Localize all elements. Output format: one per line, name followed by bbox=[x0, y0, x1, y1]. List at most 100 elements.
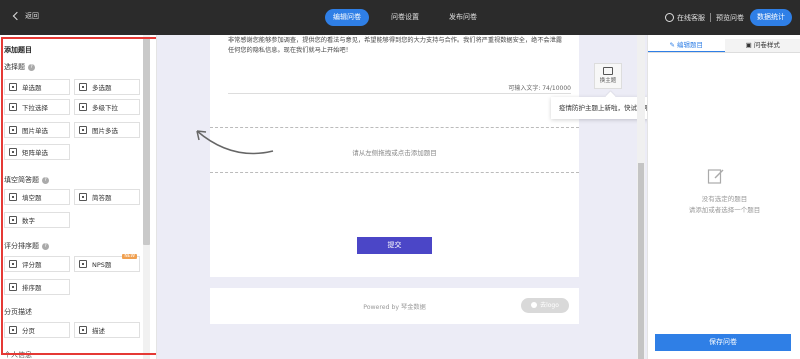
save-survey-button[interactable]: 保存问卷 bbox=[655, 334, 791, 351]
left-scrollbar[interactable] bbox=[143, 37, 150, 245]
remove-logo-label: 去logo bbox=[540, 302, 559, 309]
group-title-personal: 个人信息 bbox=[4, 351, 32, 359]
add-short-answer[interactable]: 简答题 bbox=[74, 189, 140, 205]
add-ranking[interactable]: 排序题 bbox=[4, 279, 70, 295]
char-counter: 可输入文字: 74/10000 bbox=[508, 85, 571, 92]
item-label: 下拉选择 bbox=[22, 104, 48, 112]
property-panel: ✎ 编辑题目 ▣ 问卷样式 没有选定的题目 请添加或者选择一个题目 保存问卷 bbox=[647, 35, 800, 359]
theme-label: 换主题 bbox=[599, 78, 617, 84]
add-nps[interactable]: NPS题 NEW bbox=[74, 254, 140, 272]
stats-button[interactable]: 数据统计 bbox=[750, 9, 792, 26]
add-image-single[interactable]: 图片单选 bbox=[4, 122, 70, 138]
item-label: 分页 bbox=[22, 327, 35, 335]
top-bar: 返回 编辑问卷 问卷设置 发布问卷 在线客服 预览问卷 数据统计 bbox=[0, 0, 800, 35]
survey-canvas: 非常感谢您能够参加调查，提供您的看法与意见，希望能够得到您的大力支持与合作。我们… bbox=[157, 35, 675, 359]
checkbox-icon bbox=[79, 83, 87, 91]
group-title-rating: 评分排序题? bbox=[4, 241, 49, 251]
tab-label: 问卷样式 bbox=[753, 41, 780, 49]
top-right-actions: 在线客服 预览问卷 数据统计 bbox=[665, 9, 792, 26]
number-icon bbox=[9, 216, 17, 224]
edit-empty-icon bbox=[707, 169, 724, 184]
tab-survey-style[interactable]: ▣ 问卷样式 bbox=[724, 39, 800, 52]
description-icon bbox=[79, 326, 87, 334]
group-label: 填空简答题 bbox=[4, 176, 39, 184]
item-label: 单选题 bbox=[22, 84, 42, 92]
top-tabs: 编辑问卷 问卷设置 发布问卷 bbox=[325, 9, 499, 26]
item-label: 多级下拉 bbox=[92, 104, 118, 112]
add-description[interactable]: 描述 bbox=[74, 322, 140, 338]
item-label: 简答题 bbox=[92, 194, 112, 202]
add-dropdown[interactable]: 下拉选择 bbox=[4, 99, 70, 115]
item-label: 描述 bbox=[92, 327, 105, 335]
add-page-break[interactable]: 分页 bbox=[4, 322, 70, 338]
dropdown-icon bbox=[9, 103, 17, 111]
tab-survey-settings[interactable]: 问卷设置 bbox=[383, 9, 427, 26]
question-palette: 添加题目 选择题? 单选题 多选题 下拉选择 多级下拉 图片单选 图片多选 矩阵… bbox=[0, 35, 157, 359]
item-label: 图片单选 bbox=[22, 127, 48, 135]
add-cascade-dropdown[interactable]: 多级下拉 bbox=[74, 99, 140, 115]
divider bbox=[710, 13, 711, 22]
tab-edit-question[interactable]: ✎ 编辑题目 bbox=[648, 39, 725, 52]
add-fill-blank[interactable]: 填空题 bbox=[4, 189, 70, 205]
item-label: 多选题 bbox=[92, 84, 112, 92]
group-title-choice: 选择题? bbox=[4, 62, 35, 72]
online-service-link[interactable]: 在线客服 bbox=[677, 13, 705, 23]
panel-title: 添加题目 bbox=[4, 46, 32, 54]
change-theme-button[interactable]: 换主题 bbox=[594, 63, 622, 89]
item-label: NPS题 bbox=[92, 261, 112, 269]
empty-state-title: 没有选定的题目 bbox=[701, 195, 748, 203]
group-title-fill: 填空简答题? bbox=[4, 175, 49, 185]
back-label: 返回 bbox=[25, 12, 39, 20]
text-icon bbox=[9, 193, 17, 201]
add-rating[interactable]: 评分题 bbox=[4, 256, 70, 272]
remove-logo-toggle[interactable]: 去logo bbox=[521, 298, 569, 313]
item-label: 数字 bbox=[22, 217, 35, 225]
canvas-scroll-track[interactable] bbox=[637, 35, 645, 359]
item-label: 排序题 bbox=[22, 284, 42, 292]
item-label: 图片多选 bbox=[92, 127, 118, 135]
arrow-icon bbox=[196, 130, 274, 155]
empty-state-hint: 请添加或者选择一个题目 bbox=[688, 206, 761, 214]
page-icon bbox=[9, 326, 17, 334]
canvas-scrollbar[interactable] bbox=[638, 163, 644, 359]
new-badge: NEW bbox=[122, 254, 137, 259]
help-icon[interactable]: ? bbox=[42, 242, 49, 250]
group-label: 评分排序题 bbox=[4, 242, 39, 250]
add-multi-choice[interactable]: 多选题 bbox=[74, 79, 140, 95]
cascade-icon bbox=[79, 103, 87, 111]
group-label: 分页描述 bbox=[4, 308, 32, 316]
footer-card: Powered by 琴金数据 去logo bbox=[210, 288, 579, 324]
add-matrix-single[interactable]: 矩阵单选 bbox=[4, 144, 70, 160]
help-icon[interactable]: ? bbox=[28, 63, 35, 71]
group-label: 选择题 bbox=[4, 63, 25, 71]
back-button[interactable]: 返回 bbox=[12, 11, 39, 21]
right-tabs: ✎ 编辑题目 ▣ 问卷样式 bbox=[648, 39, 800, 53]
item-label: 矩阵单选 bbox=[22, 149, 48, 157]
tab-edit-survey[interactable]: 编辑问卷 bbox=[325, 9, 369, 26]
group-title-page: 分页描述 bbox=[4, 307, 32, 317]
chevron-left-icon bbox=[12, 11, 22, 21]
survey-intro[interactable]: 非常感谢您能够参加调查，提供您的看法与意见，希望能够得到您的大力支持与合作。我们… bbox=[228, 36, 568, 56]
toggle-knob-icon bbox=[531, 302, 538, 308]
add-number[interactable]: 数字 bbox=[4, 212, 70, 228]
add-image-multi[interactable]: 图片多选 bbox=[74, 122, 140, 138]
star-icon bbox=[9, 260, 17, 268]
tab-label: 编辑题目 bbox=[677, 41, 703, 49]
radio-icon bbox=[9, 83, 17, 91]
theme-icon bbox=[603, 67, 613, 75]
add-single-choice[interactable]: 单选题 bbox=[4, 79, 70, 95]
tab-publish-survey[interactable]: 发布问卷 bbox=[441, 9, 485, 26]
sort-icon bbox=[9, 283, 17, 291]
divider bbox=[228, 93, 571, 94]
item-label: 填空题 bbox=[22, 194, 42, 202]
textarea-icon bbox=[79, 193, 87, 201]
submit-button[interactable]: 提交 bbox=[357, 237, 432, 254]
matrix-icon bbox=[9, 148, 17, 156]
image-icon bbox=[9, 126, 17, 134]
headset-icon bbox=[665, 13, 674, 22]
help-icon[interactable]: ? bbox=[42, 176, 49, 184]
preview-link[interactable]: 预览问卷 bbox=[716, 13, 744, 23]
image-multi-icon bbox=[79, 126, 87, 134]
item-label: 评分题 bbox=[22, 261, 42, 269]
nps-icon bbox=[79, 260, 87, 268]
